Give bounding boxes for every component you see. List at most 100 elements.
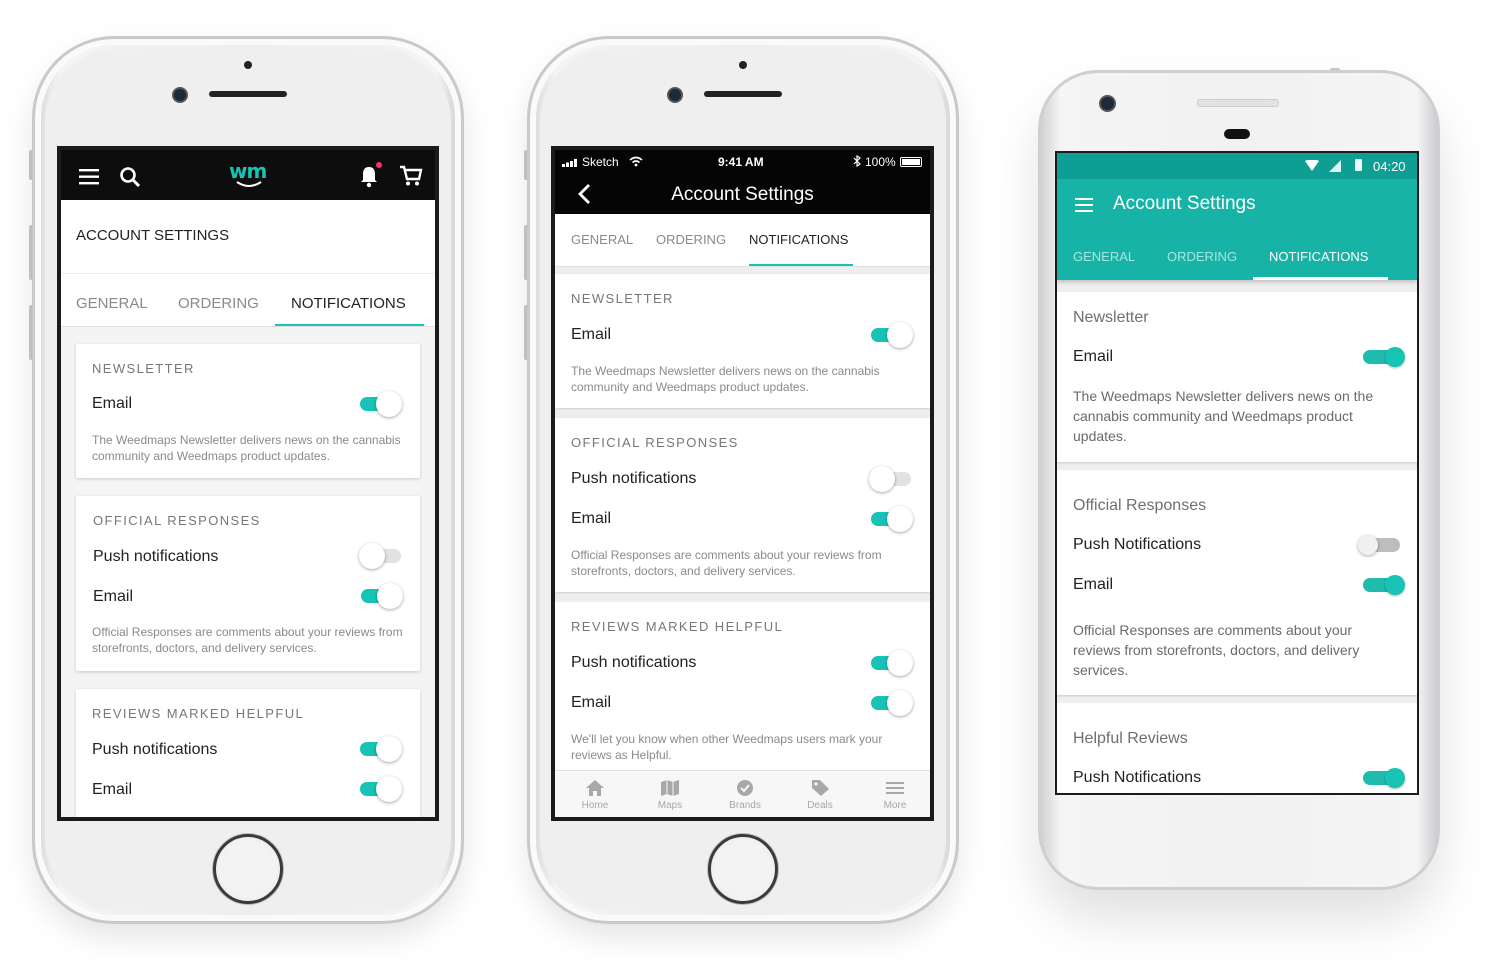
helpful-push-toggle[interactable]: [358, 735, 402, 763]
helpful-reviews-section: Helpful Reviews Push Notifications: [1057, 703, 1417, 793]
newsletter-section: Newsletter Email The Weedmaps Newsletter…: [1057, 292, 1417, 462]
tag-icon: [812, 780, 829, 796]
wifi-icon: [1305, 160, 1319, 171]
nav-bar: Sketch 9:41 AM 100% Account Settings: [555, 150, 930, 214]
helpful-push-toggle[interactable]: [1361, 764, 1405, 792]
helpful-email-toggle[interactable]: [869, 689, 913, 717]
nav-deals-label: Deals: [807, 800, 833, 811]
official-push-label: Push notifications: [93, 548, 219, 565]
verified-badge-icon: [737, 780, 753, 796]
front-camera: [172, 87, 188, 103]
app-bar-title: Account Settings: [1113, 193, 1256, 214]
official-email-toggle[interactable]: [1361, 571, 1405, 599]
top-app-bar: wm: [61, 150, 435, 200]
home-button[interactable]: [708, 834, 778, 904]
official-description: Official Responses are comments about yo…: [571, 548, 882, 578]
section-title: Helpful Reviews: [1073, 730, 1188, 747]
official-email-label: Email: [1073, 576, 1114, 593]
map-icon: [661, 780, 679, 796]
earpiece-speaker: [704, 91, 782, 97]
newsletter-section: NEWSLETTER Email The Weedmaps Newsletter…: [555, 274, 930, 408]
nav-more[interactable]: More: [865, 779, 925, 811]
front-camera: [1099, 95, 1116, 112]
battery-icon: [900, 157, 922, 167]
official-email-label: Email: [93, 588, 134, 605]
status-carrier: Sketch: [582, 155, 619, 169]
nav-maps-label: Maps: [657, 800, 683, 811]
official-push-label: Push Notifications: [1073, 536, 1202, 553]
home-button[interactable]: [213, 834, 283, 904]
bluetooth-icon: [853, 155, 861, 167]
newsletter-email-toggle[interactable]: [1361, 343, 1405, 371]
phone3-screen: 04:20 Account Settings GENERAL ORDERING …: [1055, 151, 1419, 795]
cell-signal-icon: [1329, 160, 1341, 172]
official-responses-section: OFFICIAL RESPONSES Push notifications Em…: [555, 418, 930, 592]
section-title: Newsletter: [1073, 309, 1149, 326]
helpful-email-toggle[interactable]: [358, 775, 402, 803]
tab-ordering[interactable]: ORDERING: [1167, 249, 1237, 264]
official-push-toggle[interactable]: [1358, 531, 1402, 559]
hamburger-menu-icon[interactable]: [1075, 198, 1093, 212]
newsletter-email-label: Email: [92, 395, 133, 412]
bottom-tab-bar: Home Maps Brands Deals More: [555, 770, 930, 817]
official-responses-card: OFFICIAL RESPONSES Push notifications Em…: [76, 496, 420, 671]
tab-general[interactable]: GENERAL: [571, 232, 633, 247]
official-email-toggle[interactable]: [869, 505, 913, 533]
tab-notifications[interactable]: NOTIFICATIONS: [749, 232, 848, 247]
tab-notifications[interactable]: NOTIFICATIONS: [1269, 249, 1368, 264]
helpful-email-label: Email: [571, 694, 612, 711]
wifi-icon: [629, 156, 643, 167]
helpful-push-label: Push notifications: [571, 654, 697, 671]
section-title: REVIEWS MARKED HELPFUL: [571, 619, 784, 634]
phone1-screen: wm ACCOUNT SETTINGS GENERAL ORDERING NOT…: [57, 146, 439, 821]
section-title: OFFICIAL RESPONSES: [93, 513, 261, 528]
active-tab-indicator: [275, 324, 424, 326]
official-push-toggle[interactable]: [869, 465, 913, 493]
tab-general[interactable]: GENERAL: [76, 295, 148, 312]
status-time: 04:20: [1373, 159, 1406, 174]
logo-text: wm: [229, 159, 267, 183]
shopping-cart-icon[interactable]: [399, 165, 423, 187]
section-title: OFFICIAL RESPONSES: [571, 435, 739, 450]
front-sensor: [1224, 129, 1250, 139]
tab-notifications[interactable]: NOTIFICATIONS: [291, 295, 406, 312]
page-title: ACCOUNT SETTINGS: [76, 227, 230, 244]
section-title: NEWSLETTER: [92, 361, 195, 376]
nav-home[interactable]: Home: [565, 779, 625, 811]
tab-general[interactable]: GENERAL: [1073, 249, 1135, 264]
official-email-toggle[interactable]: [359, 582, 403, 610]
earpiece-speaker: [209, 91, 287, 97]
official-push-label: Push notifications: [571, 470, 697, 487]
tab-ordering[interactable]: ORDERING: [656, 232, 726, 247]
official-description: Official Responses are comments about yo…: [1073, 622, 1360, 678]
newsletter-email-toggle[interactable]: [358, 390, 402, 418]
tab-ordering[interactable]: ORDERING: [178, 295, 259, 312]
helpful-description: We'll let you know when other Weedmaps u…: [571, 732, 883, 762]
earpiece-speaker: [1197, 99, 1279, 107]
front-sensor: [739, 61, 747, 69]
hamburger-menu-icon[interactable]: [79, 169, 99, 185]
helpful-push-toggle[interactable]: [869, 649, 913, 677]
more-menu-icon: [886, 782, 904, 794]
weedmaps-logo[interactable]: wm: [227, 157, 271, 193]
status-time: 9:41 AM: [718, 155, 764, 169]
nav-maps[interactable]: Maps: [640, 779, 700, 811]
newsletter-description: The Weedmaps Newsletter delivers news on…: [92, 433, 401, 463]
home-icon: [586, 780, 604, 796]
reviews-helpful-card: REVIEWS MARKED HELPFUL Push notification…: [76, 689, 420, 817]
search-icon[interactable]: [119, 166, 141, 188]
page-header: ACCOUNT SETTINGS GENERAL ORDERING NOTIFI…: [61, 200, 435, 327]
nav-deals[interactable]: Deals: [790, 779, 850, 811]
helpful-push-label: Push Notifications: [1073, 769, 1202, 786]
battery-icon: [1355, 159, 1362, 171]
official-description: Official Responses are comments about yo…: [92, 625, 403, 655]
official-push-toggle[interactable]: [359, 542, 403, 570]
nav-brands[interactable]: Brands: [715, 779, 775, 811]
newsletter-description: The Weedmaps Newsletter delivers news on…: [571, 364, 880, 394]
active-tab-indicator: [1253, 277, 1388, 280]
front-camera: [667, 87, 683, 103]
status-bar: 04:20: [1057, 153, 1417, 179]
newsletter-email-toggle[interactable]: [869, 321, 913, 349]
notification-dot: [376, 162, 382, 168]
newsletter-email-label: Email: [571, 326, 612, 343]
